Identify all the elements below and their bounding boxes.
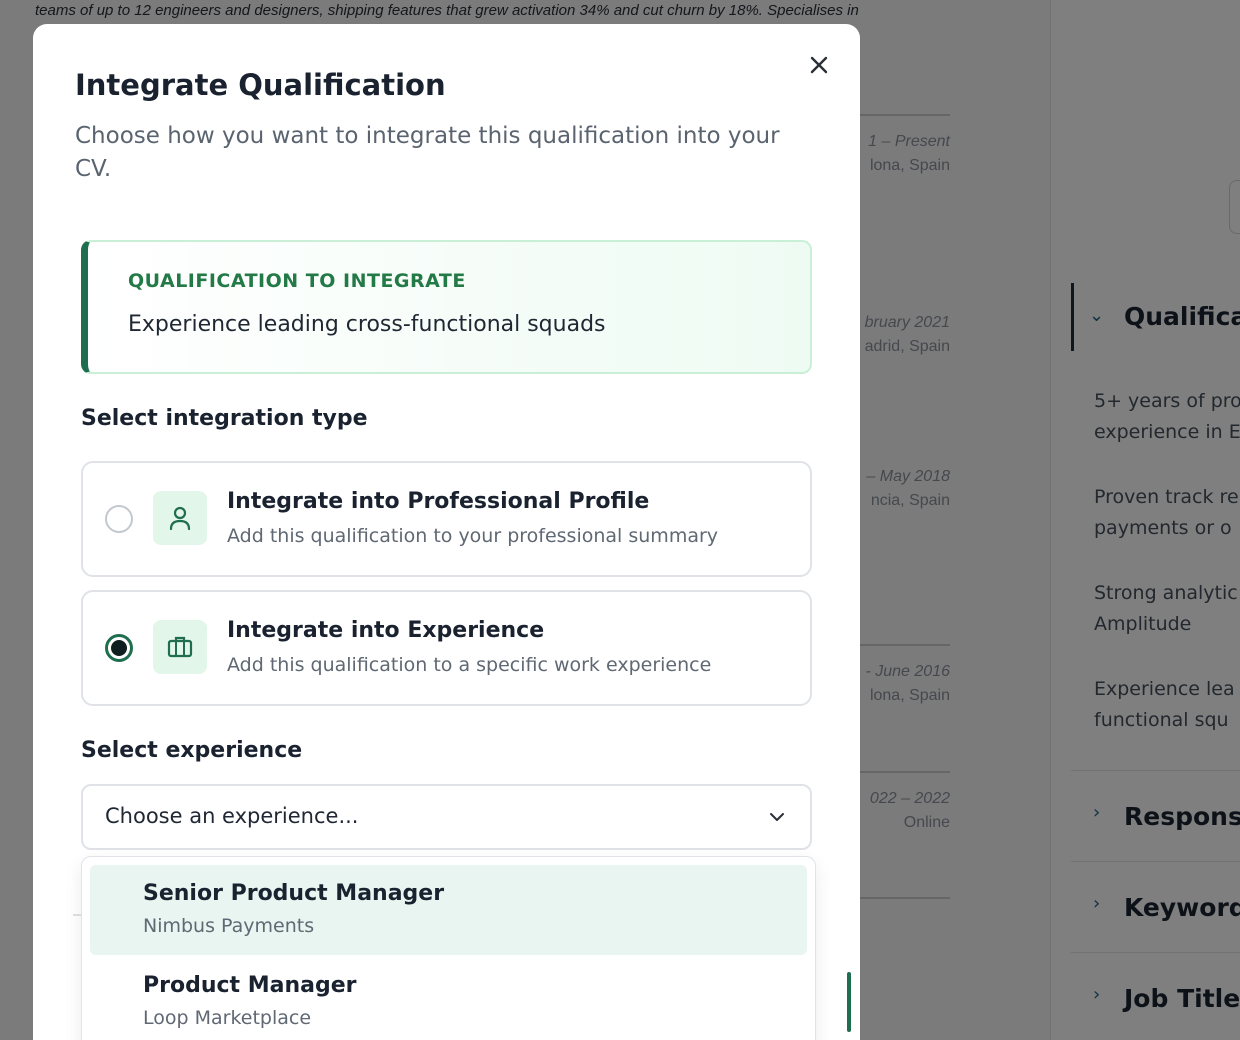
qualification-label: QUALIFICATION TO INTEGRATE (128, 270, 466, 292)
dropdown-option-company: Loop Marketplace (143, 1007, 312, 1029)
close-button[interactable] (806, 52, 832, 78)
radio-professional-profile[interactable] (105, 505, 133, 533)
radio-experience[interactable] (105, 634, 133, 662)
dropdown-option[interactable]: Product Manager Loop Marketplace (90, 957, 807, 1040)
button-edge (847, 972, 851, 1032)
dropdown-option[interactable]: Senior Product Manager Nimbus Payments (90, 865, 807, 955)
user-icon (153, 491, 207, 545)
dropdown-option-company: Nimbus Payments (143, 915, 315, 937)
experience-dropdown: Senior Product Manager Nimbus Payments P… (81, 856, 816, 1040)
select-experience-title: Select experience (81, 738, 303, 763)
option-title: Integrate into Experience (227, 618, 545, 643)
experience-select-placeholder: Choose an experience... (105, 804, 359, 828)
option-experience[interactable]: Integrate into Experience Add this quali… (81, 590, 812, 706)
qualification-text: Experience leading cross-functional squa… (128, 312, 606, 337)
modal-title: Integrate Qualification (75, 68, 446, 102)
integrate-qualification-modal: Integrate Qualification Choose how you w… (33, 24, 860, 1040)
briefcase-icon (153, 620, 207, 674)
option-description: Add this qualification to your professio… (227, 525, 719, 547)
qualification-card: QUALIFICATION TO INTEGRATE Experience le… (81, 240, 812, 374)
option-professional-profile[interactable]: Integrate into Professional Profile Add … (81, 461, 812, 577)
chevron-down-icon (770, 813, 784, 821)
option-description: Add this qualification to a specific wor… (227, 654, 712, 676)
experience-select[interactable]: Choose an experience... (81, 784, 812, 850)
close-icon (810, 56, 828, 74)
integration-type-title: Select integration type (81, 406, 368, 431)
modal-subtitle: Choose how you want to integrate this qu… (75, 123, 780, 182)
dropdown-option-title: Product Manager (143, 973, 357, 998)
dropdown-option-title: Senior Product Manager (143, 881, 445, 906)
option-title: Integrate into Professional Profile (227, 489, 650, 514)
